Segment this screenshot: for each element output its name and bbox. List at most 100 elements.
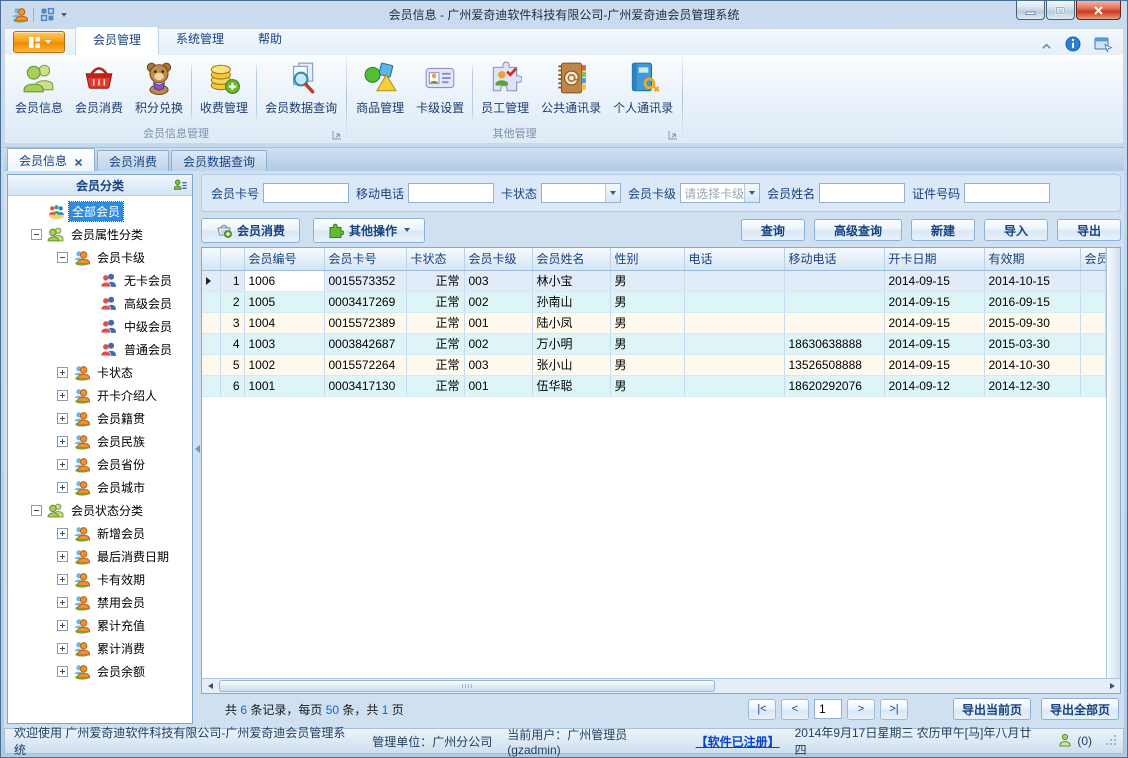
minimize-button[interactable] — [1016, 1, 1045, 20]
ribbon-button-address-book[interactable]: 公共通讯录 — [535, 57, 607, 127]
column-header[interactable]: 会员姓名 — [532, 248, 611, 271]
tree-item-9[interactable]: 会员籍贯 — [8, 407, 192, 430]
tree-item-4[interactable]: 高级会员 — [8, 292, 192, 315]
table-row[interactable]: 4 1003 0003842687 正常 002 万小明男 18630638888 2014-… — [202, 333, 1106, 355]
page-number-input[interactable] — [813, 699, 842, 719]
tree-item-17[interactable]: 禁用会员 — [8, 591, 192, 614]
mobile-phone-input[interactable] — [408, 183, 495, 203]
table-cell[interactable]: 003 — [464, 354, 533, 376]
collapse-icon[interactable] — [31, 229, 42, 240]
table-cell[interactable] — [784, 312, 885, 334]
table-cell[interactable] — [684, 291, 785, 313]
table-cell[interactable]: 2016-09-15 — [984, 291, 1081, 313]
table-cell[interactable]: 002 — [464, 291, 533, 313]
panel-splitter[interactable] — [193, 174, 201, 724]
close-button[interactable] — [1076, 1, 1121, 20]
dialog-launcher-icon[interactable] — [668, 130, 678, 140]
tree-item-0[interactable]: 全部会员 — [8, 200, 192, 223]
info-icon[interactable] — [1065, 36, 1081, 55]
id-number-input[interactable] — [964, 183, 1051, 203]
column-header[interactable] — [220, 248, 245, 271]
tree-item-1[interactable]: 会员属性分类 — [8, 223, 192, 246]
qat-dropdown-icon[interactable] — [61, 12, 67, 17]
tree-item-15[interactable]: 最后消费日期 — [8, 545, 192, 568]
expand-icon[interactable] — [57, 620, 68, 631]
table-cell[interactable]: 0003417130 — [324, 375, 407, 397]
tree-settings-icon[interactable] — [173, 178, 188, 193]
chevron-down-icon[interactable] — [744, 184, 760, 202]
doc-tab-1[interactable]: 会员消费 — [97, 150, 170, 171]
expand-icon[interactable] — [57, 597, 68, 608]
export-all-pages-button[interactable]: 导出全部页 — [1040, 698, 1119, 720]
table-cell[interactable]: 陆小凤 — [532, 312, 611, 334]
skin-window-icon[interactable] — [1094, 36, 1113, 55]
registered-link[interactable]: 【软件已注册】 — [696, 733, 780, 750]
tree-item-19[interactable]: 累计消费 — [8, 637, 192, 660]
tree-item-11[interactable]: 会员省份 — [8, 453, 192, 476]
table-cell[interactable]: 正常 — [406, 291, 465, 313]
table-cell[interactable]: 1006 — [244, 270, 325, 292]
table-cell[interactable]: 1002 — [244, 354, 325, 376]
tree-item-5[interactable]: 中级会员 — [8, 315, 192, 338]
tree-item-20[interactable]: 会员余额 — [8, 660, 192, 683]
table-cell[interactable]: 2014-09-15 — [884, 333, 985, 355]
layout-grid-icon[interactable] — [39, 6, 56, 23]
horizontal-scroll-thumb[interactable] — [219, 680, 715, 692]
table-cell[interactable]: 孙南山 — [532, 291, 611, 313]
tree-item-8[interactable]: 开卡介绍人 — [8, 384, 192, 407]
ribbon-button-staff-puzzle[interactable]: 员工管理 — [475, 57, 535, 127]
table-cell[interactable]: 0015572389 — [324, 312, 407, 334]
tree-item-16[interactable]: 卡有效期 — [8, 568, 192, 591]
table-cell[interactable]: 2015-03-30 — [984, 333, 1081, 355]
expand-icon[interactable] — [57, 551, 68, 562]
expand-icon[interactable] — [57, 528, 68, 539]
ribbon-button-basket[interactable]: 会员消费 — [69, 57, 129, 127]
ribbon-button-doc-search[interactable]: 会员数据查询 — [259, 57, 343, 127]
application-menu-button[interactable] — [13, 31, 65, 53]
tree-item-7[interactable]: 卡状态 — [8, 361, 192, 384]
tree-item-12[interactable]: 会员城市 — [8, 476, 192, 499]
export-button[interactable]: 导出 — [1056, 219, 1121, 241]
prev-page-button[interactable]: < — [780, 698, 809, 720]
table-cell[interactable] — [684, 354, 785, 376]
last-page-button[interactable]: >| — [879, 698, 908, 720]
chevron-down-icon[interactable] — [605, 184, 621, 202]
table-cell[interactable] — [684, 312, 785, 334]
table-cell[interactable] — [1080, 333, 1106, 355]
card-no-input[interactable] — [263, 183, 350, 203]
table-cell[interactable]: 2015-09-30 — [984, 312, 1081, 334]
table-cell[interactable]: 男 — [610, 291, 685, 313]
expand-icon[interactable] — [57, 666, 68, 677]
table-row[interactable]: 1 1006 0015573352 正常 003 林小宝男 2014-09-15 2014-1… — [202, 270, 1106, 292]
table-cell[interactable] — [1080, 312, 1106, 334]
horizontal-scrollbar[interactable] — [202, 678, 1120, 693]
member-consume-button[interactable]: 会员消费 — [201, 217, 301, 243]
expand-icon[interactable] — [57, 413, 68, 424]
ribbon-tab-0[interactable]: 会员管理 — [75, 26, 160, 55]
tree-item-18[interactable]: 累计充值 — [8, 614, 192, 637]
close-tab-icon[interactable] — [74, 156, 83, 166]
table-cell[interactable] — [1080, 291, 1106, 313]
ribbon-tab-2[interactable]: 帮助 — [241, 26, 299, 55]
table-cell[interactable]: 正常 — [406, 333, 465, 355]
import-button[interactable]: 导入 — [983, 219, 1048, 241]
table-row[interactable]: 5 1002 0015572264 正常 003 张小山男 13526508888 2014-… — [202, 354, 1106, 376]
ribbon-button-teddy-bear[interactable]: 积分兑换 — [129, 57, 189, 127]
expand-icon[interactable] — [57, 367, 68, 378]
card-level-select[interactable]: 请选择卡级 — [680, 183, 761, 203]
resize-grip-icon[interactable] — [1105, 734, 1117, 749]
query-button[interactable]: 查询 — [740, 219, 805, 241]
table-cell[interactable]: 13526508888 — [784, 354, 885, 376]
table-row[interactable]: 2 1005 0003417269 正常 002 孙南山男 2014-09-15 2016-0… — [202, 291, 1106, 313]
column-header[interactable]: 性别 — [610, 248, 685, 271]
tree-item-2[interactable]: 会员卡级 — [8, 246, 192, 269]
table-cell[interactable]: 正常 — [406, 375, 465, 397]
table-cell[interactable]: 2014-12-30 — [984, 375, 1081, 397]
table-cell[interactable]: 1005 — [244, 291, 325, 313]
column-header[interactable]: 电话 — [684, 248, 785, 271]
collapse-ribbon-icon[interactable] — [1041, 39, 1052, 53]
maximize-button[interactable] — [1046, 1, 1075, 20]
table-cell[interactable]: 18620292076 — [784, 375, 885, 397]
first-page-button[interactable]: |< — [747, 698, 776, 720]
column-header[interactable]: 会员编号 — [244, 248, 325, 271]
